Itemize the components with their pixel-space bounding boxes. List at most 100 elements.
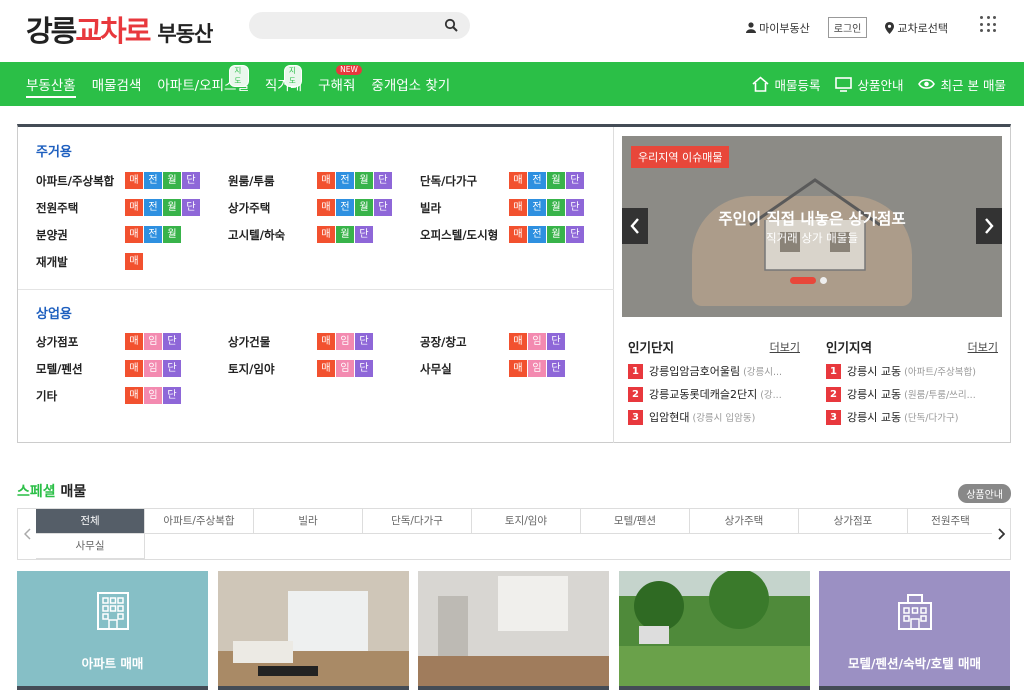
- list-item[interactable]: 1 강릉입암금호어울림 (강릉시...: [628, 363, 800, 379]
- banner-dot-active[interactable]: [790, 277, 816, 284]
- tag-short[interactable]: 단: [182, 199, 200, 216]
- tag-sale[interactable]: 매: [125, 333, 143, 350]
- category-country-house[interactable]: 전원주택 매전월단: [36, 199, 201, 216]
- nav-item-home[interactable]: 부동산홈: [26, 62, 76, 106]
- list-item[interactable]: 2 강릉교동롯데캐슬2단지 (강...: [628, 386, 800, 402]
- list-item[interactable]: 3 강릉시 교동 (단독/다가구): [826, 409, 998, 425]
- tag-monthly[interactable]: 월: [163, 172, 181, 189]
- tag-short[interactable]: 단: [163, 333, 181, 350]
- category-land[interactable]: 토지/임야 매임단: [228, 360, 374, 377]
- tag-monthly[interactable]: 월: [336, 226, 354, 243]
- tag-short[interactable]: 단: [566, 226, 584, 243]
- tabs-prev-button[interactable]: [18, 509, 36, 559]
- nav-item-search[interactable]: 매물검색: [92, 62, 142, 106]
- list-item[interactable]: 2 강릉시 교동 (원룸/투룸/쓰리...: [826, 386, 998, 402]
- category-shop[interactable]: 상가점포 매임단: [36, 333, 182, 350]
- nav-item-direct[interactable]: 직거래 지도: [265, 62, 303, 106]
- tag-jeonse[interactable]: 전: [144, 199, 162, 216]
- tag-jeonse[interactable]: 전: [336, 172, 354, 189]
- tag-jeonse[interactable]: 전: [528, 226, 546, 243]
- category-detached[interactable]: 단독/다가구 매전월단: [420, 172, 585, 189]
- tag-sale[interactable]: 매: [125, 199, 143, 216]
- tag-short[interactable]: 단: [163, 387, 181, 404]
- tag-sale[interactable]: 매: [509, 172, 527, 189]
- listing-card-photo[interactable]: [418, 571, 609, 690]
- listing-card-photo[interactable]: [619, 571, 810, 690]
- tag-monthly[interactable]: 월: [163, 199, 181, 216]
- tag-jeonse[interactable]: 전: [528, 172, 546, 189]
- tag-short[interactable]: 단: [566, 172, 584, 189]
- category-officetel[interactable]: 오피스텔/도시형 매전월단: [420, 226, 585, 243]
- tag-monthly[interactable]: 월: [547, 199, 565, 216]
- tag-sale[interactable]: 매: [317, 333, 335, 350]
- tab-shop[interactable]: 상가점포: [799, 509, 908, 534]
- tag-short[interactable]: 단: [355, 333, 373, 350]
- tag-sale[interactable]: 매: [509, 333, 527, 350]
- banner-pagination[interactable]: [790, 277, 827, 284]
- tag-monthly[interactable]: 월: [163, 226, 181, 243]
- list-item[interactable]: 3 입암현대 (강릉시 입암동): [628, 409, 800, 425]
- tag-sale[interactable]: 매: [125, 226, 143, 243]
- category-gositel[interactable]: 고시텔/하숙 매월단: [228, 226, 374, 243]
- tab-land[interactable]: 토지/임야: [472, 509, 581, 534]
- banner-dot[interactable]: [820, 277, 827, 284]
- category-office[interactable]: 사무실 매임단: [420, 360, 566, 377]
- tag-sale[interactable]: 매: [125, 387, 143, 404]
- tag-sale[interactable]: 매: [125, 253, 143, 270]
- tab-apartment[interactable]: 아파트/주상복합: [145, 509, 254, 534]
- tabs-next-button[interactable]: [992, 509, 1010, 559]
- tag-lease[interactable]: 임: [144, 333, 162, 350]
- tag-sale[interactable]: 매: [317, 360, 335, 377]
- tag-short[interactable]: 단: [374, 172, 392, 189]
- tag-short[interactable]: 단: [547, 333, 565, 350]
- tab-country-house[interactable]: 전원주택: [908, 509, 994, 534]
- tag-monthly[interactable]: 월: [355, 199, 373, 216]
- tag-sale[interactable]: 매: [317, 172, 335, 189]
- tag-jeonse[interactable]: 전: [528, 199, 546, 216]
- tag-short[interactable]: 단: [163, 360, 181, 377]
- tag-lease[interactable]: 임: [528, 360, 546, 377]
- more-link[interactable]: 더보기: [770, 339, 800, 355]
- category-apartment[interactable]: 아파트/주상복합 매전월단: [36, 172, 201, 189]
- tag-short[interactable]: 단: [182, 172, 200, 189]
- tag-sale[interactable]: 매: [317, 199, 335, 216]
- tag-sale[interactable]: 매: [317, 226, 335, 243]
- site-logo[interactable]: 강릉교차로 부동산: [26, 8, 213, 50]
- tag-jeonse[interactable]: 전: [144, 172, 162, 189]
- category-presale-right[interactable]: 분양권 매전월: [36, 226, 182, 243]
- app-menu-grid-icon[interactable]: [980, 16, 996, 32]
- tag-jeonse[interactable]: 전: [336, 199, 354, 216]
- tab-office[interactable]: 사무실: [36, 534, 145, 559]
- tag-lease[interactable]: 임: [144, 387, 162, 404]
- tag-lease[interactable]: 임: [528, 333, 546, 350]
- tag-monthly[interactable]: 월: [547, 226, 565, 243]
- nav-item-apartment[interactable]: 아파트/오피스텔 지도: [157, 62, 249, 106]
- category-etc[interactable]: 기타 매임단: [36, 387, 182, 404]
- nav-item-agency[interactable]: 중개업소 찾기: [371, 62, 450, 106]
- tag-jeonse[interactable]: 전: [144, 226, 162, 243]
- tag-short[interactable]: 단: [547, 360, 565, 377]
- more-link[interactable]: 더보기: [968, 339, 998, 355]
- category-oneroom[interactable]: 원룸/투룸 매전월단: [228, 172, 393, 189]
- tag-sale[interactable]: 매: [509, 360, 527, 377]
- tag-lease[interactable]: 임: [336, 360, 354, 377]
- issue-banner[interactable]: 우리지역 이슈매물 주인이 직접 내놓은 상가점포 직거래 상가 매물들: [622, 136, 1002, 317]
- search-icon[interactable]: [444, 18, 458, 32]
- tag-lease[interactable]: 임: [336, 333, 354, 350]
- tag-monthly[interactable]: 월: [355, 172, 373, 189]
- tag-short[interactable]: 단: [355, 226, 373, 243]
- listing-card-apartment[interactable]: 아파트 매매: [17, 571, 208, 690]
- product-guide-button[interactable]: 상품안내: [958, 484, 1011, 503]
- tag-short[interactable]: 단: [374, 199, 392, 216]
- search-input[interactable]: [249, 12, 470, 39]
- tab-detached[interactable]: 단독/다가구: [363, 509, 472, 534]
- banner-next-button[interactable]: [976, 208, 1002, 244]
- my-realty-link[interactable]: 마이부동산: [746, 20, 810, 36]
- tag-short[interactable]: 단: [355, 360, 373, 377]
- tab-all[interactable]: 전체: [36, 509, 145, 534]
- tag-sale[interactable]: 매: [125, 172, 143, 189]
- login-button[interactable]: 로그인: [827, 17, 868, 38]
- region-select[interactable]: 교차로선택: [885, 20, 948, 36]
- tab-motel[interactable]: 모텔/펜션: [581, 509, 690, 534]
- category-villa[interactable]: 빌라 매전월단: [420, 199, 585, 216]
